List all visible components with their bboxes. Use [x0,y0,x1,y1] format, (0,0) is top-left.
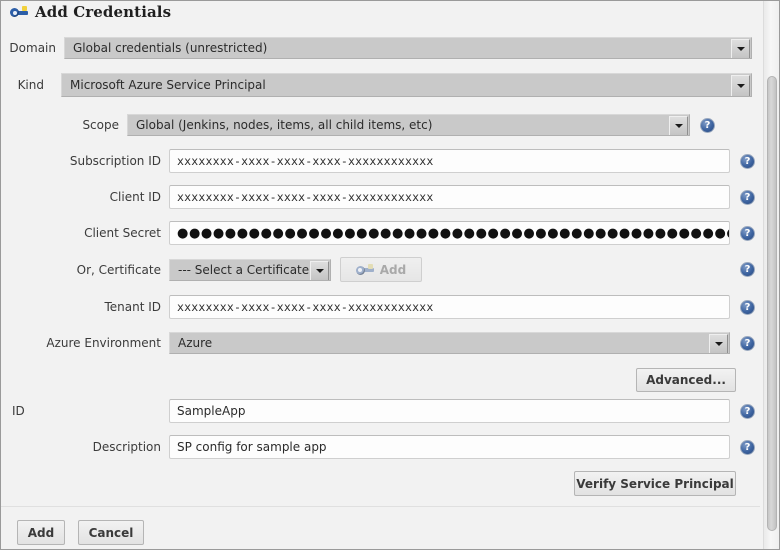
domain-select[interactable]: Global credentials (unrestricted) [64,37,752,59]
vertical-scrollbar[interactable] [763,1,779,549]
azure-environment-label: Azure Environment [46,336,161,350]
add-certificate-button-label: Add [379,262,407,277]
tenant-id-help-icon[interactable]: ? [740,299,755,315]
key-icon [355,263,374,277]
tenant-id-row: Tenant ID xxxxxxxx-xxxx-xxxx-xxxx-xxxxxx… [1,295,760,319]
add-button[interactable]: Add [17,520,65,545]
description-help-icon[interactable]: ? [740,439,755,455]
dialog-title-bar: Add Credentials [1,1,768,23]
vertical-scrollbar-thumb[interactable] [767,76,777,531]
chevron-down-icon[interactable] [709,334,728,353]
client-secret-row: Client Secret ●●●●●●●●●●●●●●●●●●●●●●●●●●… [1,221,760,245]
subscription-id-help-icon[interactable]: ? [740,153,755,169]
scope-row: Scope Global (Jenkins, nodes, items, all… [1,114,760,136]
client-id-label: Client ID [109,190,161,204]
add-button-label: Add [27,525,55,540]
domain-label: Domain [9,41,56,55]
cancel-button[interactable]: Cancel [78,520,144,545]
domain-select-value: Global credentials (unrestricted) [73,41,268,55]
client-secret-help-icon[interactable]: ? [740,225,755,241]
chevron-down-icon[interactable] [731,75,750,96]
tenant-id-input[interactable]: xxxxxxxx-xxxx-xxxx-xxxx-xxxxxxxxxxxx [169,295,730,319]
page-title: Add Credentials [35,3,172,21]
chevron-down-icon[interactable] [310,260,329,280]
description-label: Description [92,440,161,454]
client-id-row: Client ID xxxxxxxx-xxxx-xxxx-xxxx-xxxxxx… [1,185,760,209]
subscription-id-row: Subscription ID xxxxxxxx-xxxx-xxxx-xxxx-… [1,149,760,173]
description-input[interactable]: SP config for sample app [169,435,730,459]
azure-environment-select-value: Azure [178,336,213,350]
azure-environment-select[interactable]: Azure [169,332,730,354]
tenant-id-value: xxxxxxxx-xxxx-xxxx-xxxx-xxxxxxxxxxxx [177,300,434,314]
subscription-id-value: xxxxxxxx-xxxx-xxxx-xxxx-xxxxxxxxxxxx [177,154,434,168]
client-id-input[interactable]: xxxxxxxx-xxxx-xxxx-xxxx-xxxxxxxxxxxx [169,185,730,209]
scope-select[interactable]: Global (Jenkins, nodes, items, all child… [127,114,690,136]
certificate-row: Or, Certificate --- Select a Certificate… [1,257,760,282]
scope-label: Scope [82,118,119,132]
certificate-select-value: --- Select a Certificate --- [178,262,326,277]
add-certificate-button[interactable]: Add [340,257,422,282]
kind-row: Kind Microsoft Azure Service Principal [1,73,760,97]
subscription-id-label: Subscription ID [69,154,161,168]
verify-service-principal-button[interactable]: Verify Service Principal [574,471,736,496]
advanced-button-label: Advanced... [646,373,726,387]
dialog-footer: Add Cancel [17,520,144,545]
client-secret-value: ●●●●●●●●●●●●●●●●●●●●●●●●●●●●●●●●●●●●●●●●… [177,225,729,241]
id-row: ID SampleApp ? [1,399,760,423]
client-secret-label: Client Secret [84,226,161,240]
chevron-down-icon[interactable] [669,116,688,135]
client-id-value: xxxxxxxx-xxxx-xxxx-xxxx-xxxxxxxxxxxx [177,190,434,204]
description-row: Description SP config for sample app ? [1,435,760,459]
key-icon [10,5,28,19]
azure-environment-help-icon[interactable]: ? [740,335,755,351]
add-credentials-dialog: Add Credentials Domain Global credential… [0,0,780,550]
kind-select-value: Microsoft Azure Service Principal [70,78,266,92]
verify-service-principal-button-label: Verify Service Principal [576,476,734,491]
certificate-select[interactable]: --- Select a Certificate --- [169,258,331,281]
azure-environment-row: Azure Environment Azure ? [1,332,760,354]
advanced-row: Advanced... [1,368,736,392]
subscription-id-input[interactable]: xxxxxxxx-xxxx-xxxx-xxxx-xxxxxxxxxxxx [169,149,730,173]
scope-help-icon[interactable]: ? [700,117,715,133]
advanced-button[interactable]: Advanced... [636,368,736,392]
cancel-button-label: Cancel [88,525,134,540]
footer-divider [1,506,760,507]
domain-row: Domain Global credentials (unrestricted) [1,37,760,59]
tenant-id-label: Tenant ID [104,300,161,314]
chevron-down-icon[interactable] [731,39,750,58]
scope-select-value: Global (Jenkins, nodes, items, all child… [136,118,433,132]
verify-row: Verify Service Principal [1,471,736,496]
client-id-help-icon[interactable]: ? [740,189,755,205]
id-label: ID [12,404,25,418]
id-help-icon[interactable]: ? [740,403,755,419]
description-value: SP config for sample app [177,440,327,454]
certificate-help-icon[interactable]: ? [740,262,755,277]
id-value: SampleApp [177,404,246,418]
client-secret-input[interactable]: ●●●●●●●●●●●●●●●●●●●●●●●●●●●●●●●●●●●●●●●●… [169,221,730,245]
certificate-label: Or, Certificate [76,262,161,277]
id-input[interactable]: SampleApp [169,399,730,423]
kind-label: Kind [17,78,44,92]
kind-select[interactable]: Microsoft Azure Service Principal [61,73,752,97]
